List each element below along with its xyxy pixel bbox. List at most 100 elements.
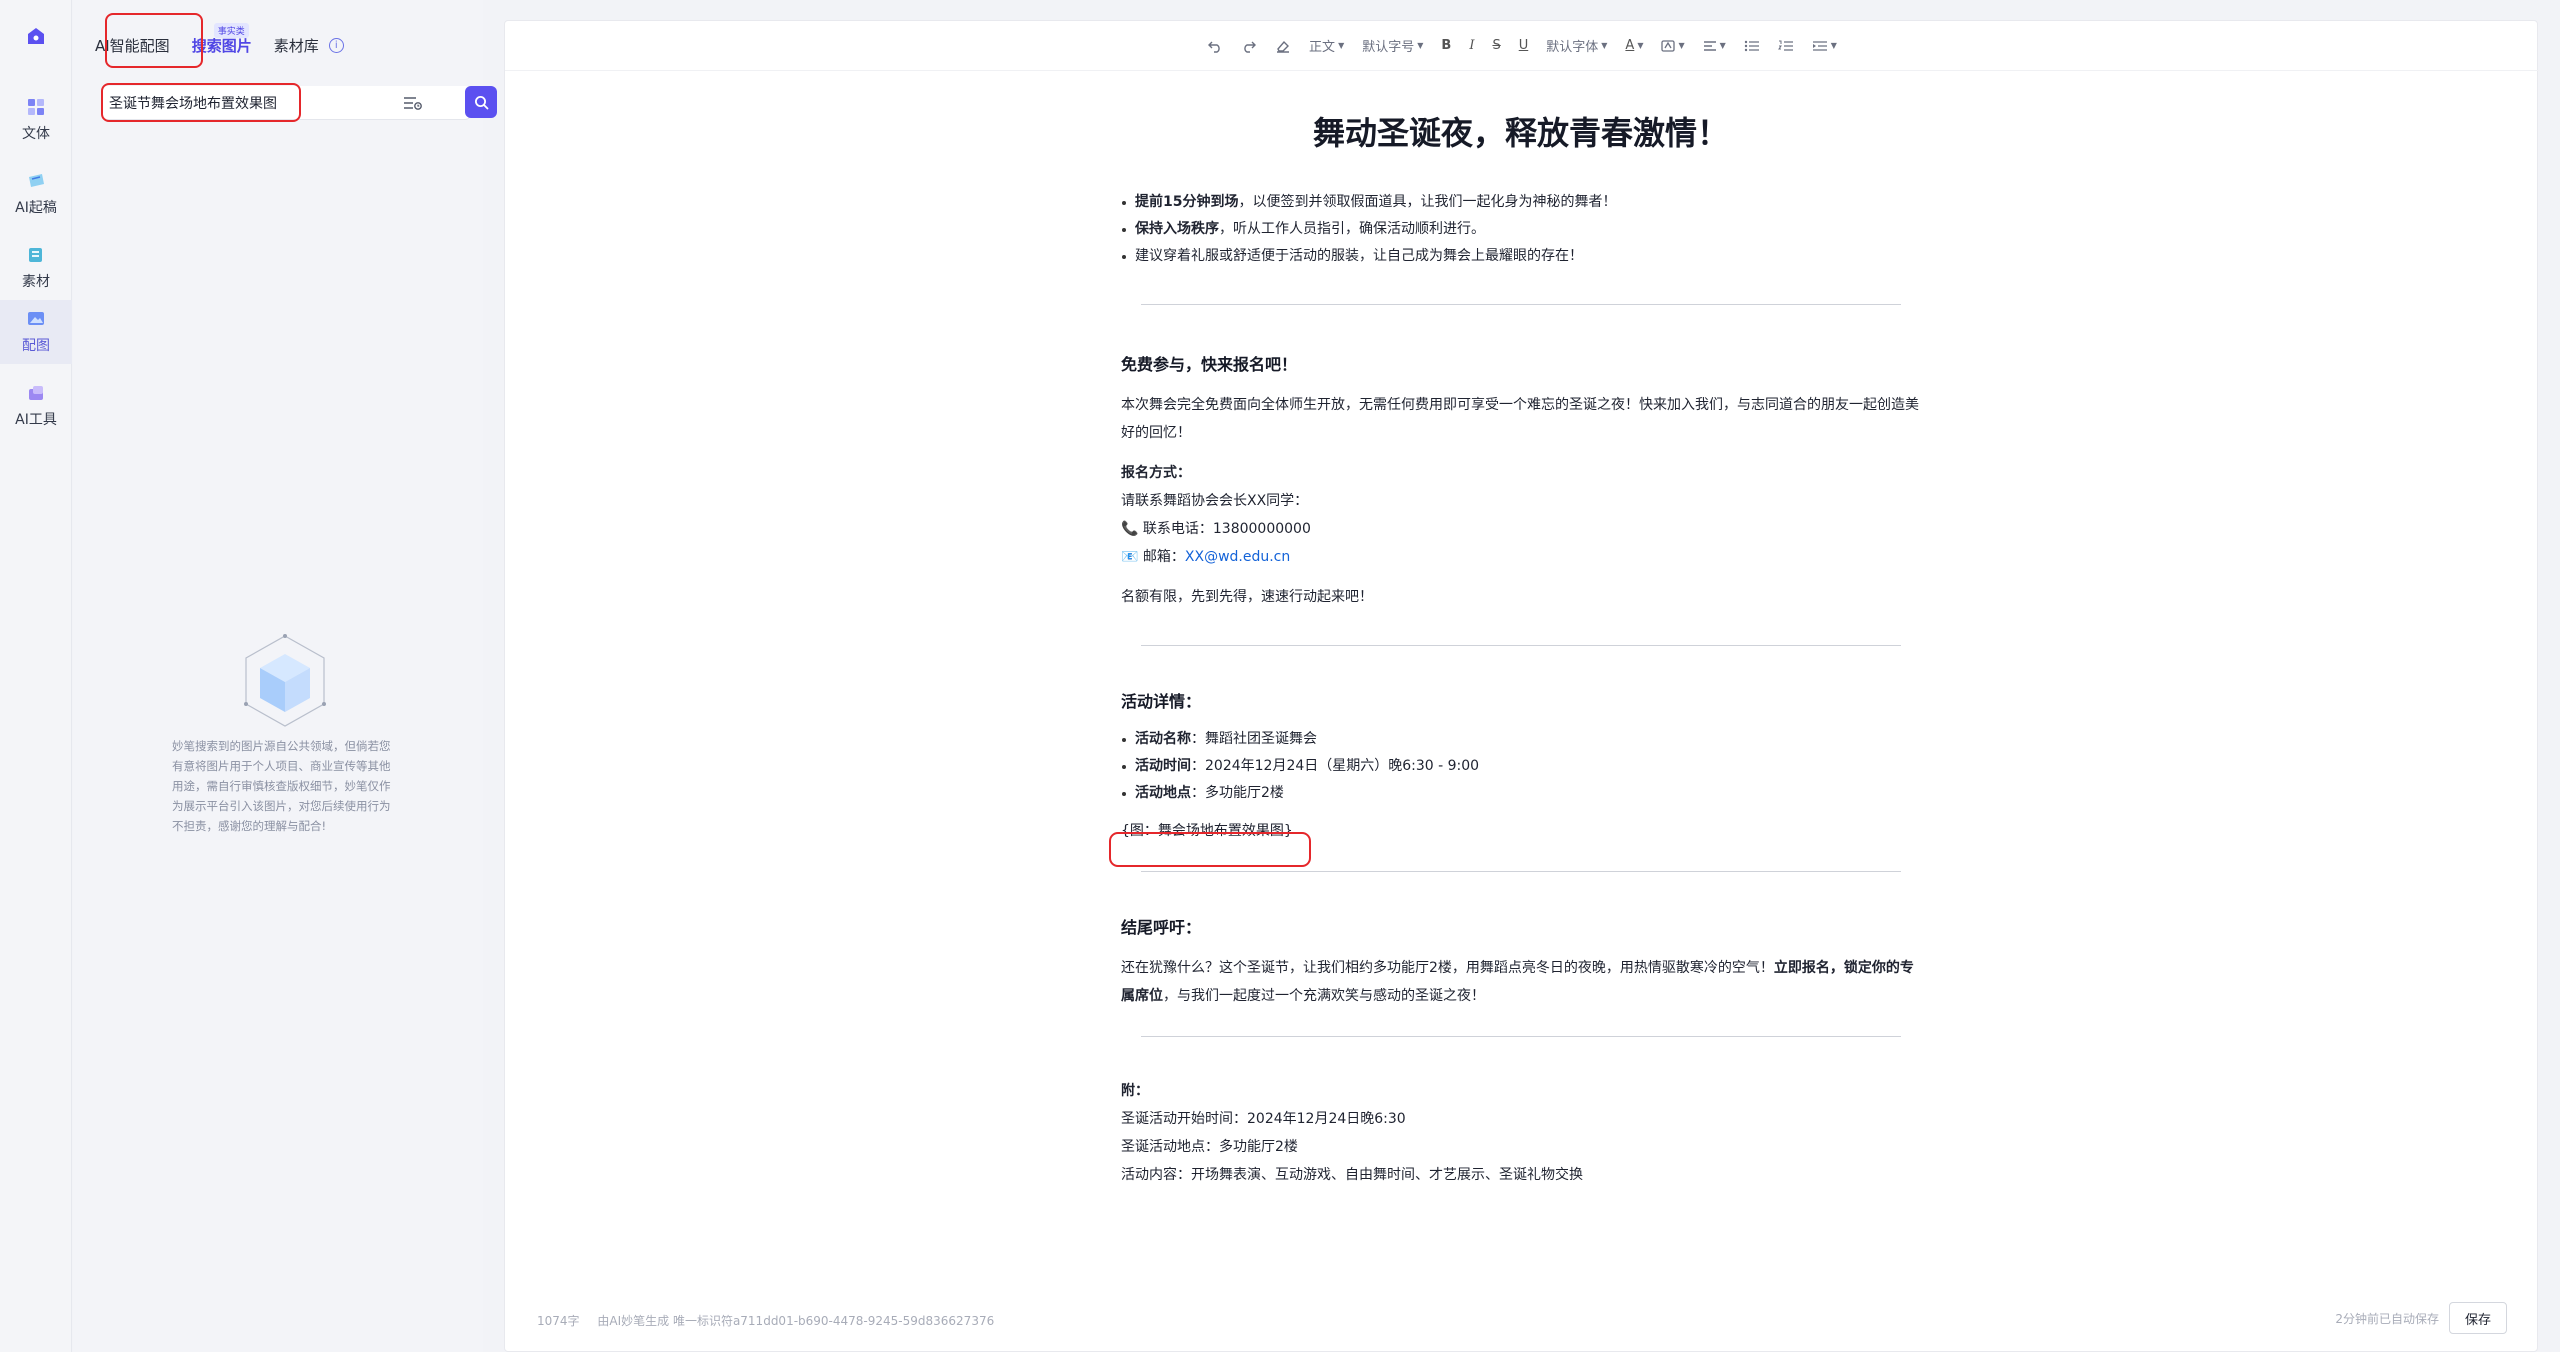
- tab-badge: 事实类: [213, 22, 249, 38]
- save-area: 2分钟前已自动保存 保存: [2335, 1302, 2507, 1334]
- home-icon[interactable]: [26, 26, 46, 46]
- search-input[interactable]: [109, 86, 359, 120]
- word-count: 1074字: [537, 1314, 580, 1328]
- list-item: 活动名称：舞蹈社团圣诞舞会: [1121, 726, 1921, 753]
- list-item: 建议穿着礼服或舒适便于活动的服装，让自己成为舞会上最耀眼的存在！: [1121, 243, 1921, 270]
- divider: [1141, 1036, 1901, 1037]
- page-title: 舞动圣诞夜，释放青春激情！: [1312, 114, 1729, 152]
- bold-text: 活动名称: [1135, 731, 1191, 747]
- info-icon[interactable]: i: [328, 37, 344, 53]
- email-line: 📧 邮箱：XX@wd.edu.cn: [1121, 543, 1921, 571]
- rail-item-label: 素材: [22, 274, 50, 290]
- tab-ai-image[interactable]: AI智能配图: [95, 35, 170, 56]
- paragraph: 名额有限，先到先得，速速行动起来吧！: [1121, 589, 1373, 605]
- list-item-text: ，听从工作人员指引，确保活动顺利进行。: [1219, 221, 1485, 237]
- list-item-text: 建议穿着礼服或舒适便于活动的服装，让自己成为舞会上最耀眼的存在！: [1135, 248, 1583, 264]
- search-bar: [101, 86, 497, 120]
- empty-box-illustration: [244, 634, 326, 727]
- tab-search-image[interactable]: 事实类 搜索图片: [191, 22, 252, 56]
- signup-label: 报名方式：: [1121, 465, 1191, 481]
- undo-button[interactable]: [1207, 34, 1223, 58]
- align-left-icon: [1703, 40, 1716, 51]
- rail-item-ai-tools[interactable]: AI工具: [0, 374, 72, 438]
- contact-line: 请联系舞蹈协会会长XX同学：: [1121, 493, 1309, 509]
- caret-down-icon: ▼: [1601, 41, 1608, 50]
- ai-tools-icon: [29, 386, 43, 400]
- details-list: 活动名称：舞蹈社团圣诞舞会 活动时间：2024年12月24日（星期六）晚6:30…: [1121, 726, 1921, 807]
- appendix-line: 活动内容：开场舞表演、互动游戏、自由舞时间、才艺展示、圣诞礼物交换: [1121, 1167, 1583, 1183]
- list-item-text: ：多功能厅2楼: [1191, 785, 1284, 801]
- phone-icon: 📞: [1121, 521, 1139, 537]
- bold-button[interactable]: B: [1441, 34, 1451, 58]
- rail-item-image[interactable]: 配图: [0, 300, 72, 364]
- bold-text: 活动时间: [1135, 758, 1191, 774]
- numbered-list-icon: [1777, 40, 1793, 51]
- undo-icon: [1208, 41, 1220, 53]
- bold-text: 立即报名，锁定你的专: [1773, 960, 1914, 976]
- ai-generated-note: 由AI妙笔生成 唯一标识符a711dd01-b690-4478-9245-59d…: [597, 1314, 995, 1328]
- section-heading: 活动详情：: [1121, 692, 1202, 711]
- underline-button[interactable]: U: [1519, 34, 1529, 58]
- numbered-list-button[interactable]: [1777, 34, 1794, 58]
- highlight-icon: [1661, 39, 1676, 52]
- align-select[interactable]: ▼: [1703, 34, 1726, 58]
- email-link[interactable]: XX@wd.edu.cn: [1185, 549, 1290, 565]
- tab-material-library[interactable]: 素材库: [274, 35, 319, 56]
- caret-down-icon: ▼: [1637, 41, 1644, 50]
- paragraph-text: ，与我们一起度过一个充满欢笑与感动的圣诞之夜！: [1163, 988, 1485, 1004]
- text-color-button[interactable]: A ▼: [1625, 34, 1643, 58]
- caret-down-icon: ▼: [1338, 41, 1345, 50]
- list-item: 活动时间：2024年12月24日（星期六）晚6:30 - 9:00: [1121, 753, 1921, 780]
- phone-value: 13800000000: [1212, 521, 1311, 537]
- bullet-list-icon: [1744, 40, 1759, 51]
- font-size-value: 默认字号: [1362, 40, 1415, 55]
- highlight-color-button[interactable]: ▼: [1661, 34, 1685, 58]
- caret-down-icon: ▼: [1417, 41, 1424, 50]
- redo-button[interactable]: [1241, 34, 1257, 58]
- section-heading: 免费参与，快来报名吧！: [1121, 355, 1298, 374]
- list-item-text: ：舞蹈社团圣诞舞会: [1191, 731, 1317, 747]
- filter-icon[interactable]: [403, 95, 423, 111]
- indent-select[interactable]: ▼: [1812, 34, 1837, 58]
- tab-label: 素材库: [273, 36, 319, 55]
- search-button[interactable]: [465, 86, 497, 118]
- rail-item-ai-draft[interactable]: AI起稿: [0, 162, 72, 226]
- rail-item-label: 文体: [22, 126, 50, 142]
- material-icon: [29, 248, 42, 262]
- phone-label: 联系电话：: [1142, 521, 1213, 537]
- eraser-icon: [1277, 40, 1290, 53]
- phone-line: 📞 联系电话：13800000000: [1121, 515, 1921, 543]
- bold-text: 活动地点: [1135, 785, 1191, 801]
- bullet-list-button[interactable]: [1744, 34, 1760, 58]
- italic-button[interactable]: I: [1469, 34, 1474, 58]
- rail-item-text-style[interactable]: 文体: [0, 88, 72, 152]
- rail-item-label: AI工具: [15, 412, 57, 428]
- paragraph: 还在犹豫什么？这个圣诞节，让我们相约多功能厅2楼，用舞蹈点亮冬日的夜晚，用热情驱…: [1121, 954, 1921, 1010]
- document-editor: 正文 ▼ 默认字号 ▼ B I S U 默认字体 ▼ A ▼ ▼ ▼ ▼ 舞动圣…: [504, 20, 2539, 1352]
- intro-list: 提前15分钟到场，以便签到并领取假面道具，让我们一起化身为神秘的舞者！ 保持入场…: [1121, 189, 1921, 270]
- document-body[interactable]: 舞动圣诞夜，释放青春激情！ 提前15分钟到场，以便签到并领取假面道具，让我们一起…: [1121, 105, 1921, 1189]
- indent-icon: [1812, 40, 1827, 51]
- tab-label: 搜索图片: [191, 36, 252, 55]
- appendix-heading: 附：: [1121, 1083, 1149, 1099]
- rail-item-material[interactable]: 素材: [0, 236, 72, 300]
- status-bar: 1074字 由AI妙笔生成 唯一标识符a711dd01-b690-4478-92…: [537, 1312, 1008, 1329]
- divider: [1141, 304, 1901, 305]
- figure-placeholder[interactable]: {图：舞会场地布置效果图}: [1121, 817, 1921, 845]
- bold-text: 提前15分钟到场: [1135, 194, 1239, 210]
- list-item-text: ：2024年12月24日（星期六）晚6:30 - 9:00: [1191, 758, 1480, 774]
- strikethrough-button[interactable]: S: [1492, 34, 1500, 58]
- save-button[interactable]: 保存: [2449, 1302, 2507, 1334]
- paragraph-text: 还在犹豫什么？这个圣诞节，让我们相约多功能厅2楼，用舞蹈点亮冬日的夜晚，用热情驱…: [1121, 960, 1774, 976]
- panel-tabs: AI智能配图 事实类 搜索图片 素材库 i: [95, 22, 344, 60]
- caret-down-icon: ▼: [1719, 41, 1726, 50]
- copyright-notice: 妙笔搜索到的图片源自公共领域，但倘若您有意将图片用于个人项目、商业宣传等其他用途…: [172, 739, 391, 833]
- appendix-line: 圣诞活动地点：多功能厅2楼: [1121, 1139, 1298, 1155]
- font-size-select[interactable]: 默认字号 ▼: [1362, 34, 1423, 58]
- bold-text: 保持入场秩序: [1135, 221, 1219, 237]
- divider: [1141, 871, 1901, 872]
- paragraph-style-select[interactable]: 正文 ▼: [1309, 34, 1344, 58]
- clear-format-button[interactable]: [1275, 34, 1291, 58]
- list-item: 活动地点：多功能厅2楼: [1121, 780, 1921, 807]
- font-family-select[interactable]: 默认字体 ▼: [1546, 34, 1607, 58]
